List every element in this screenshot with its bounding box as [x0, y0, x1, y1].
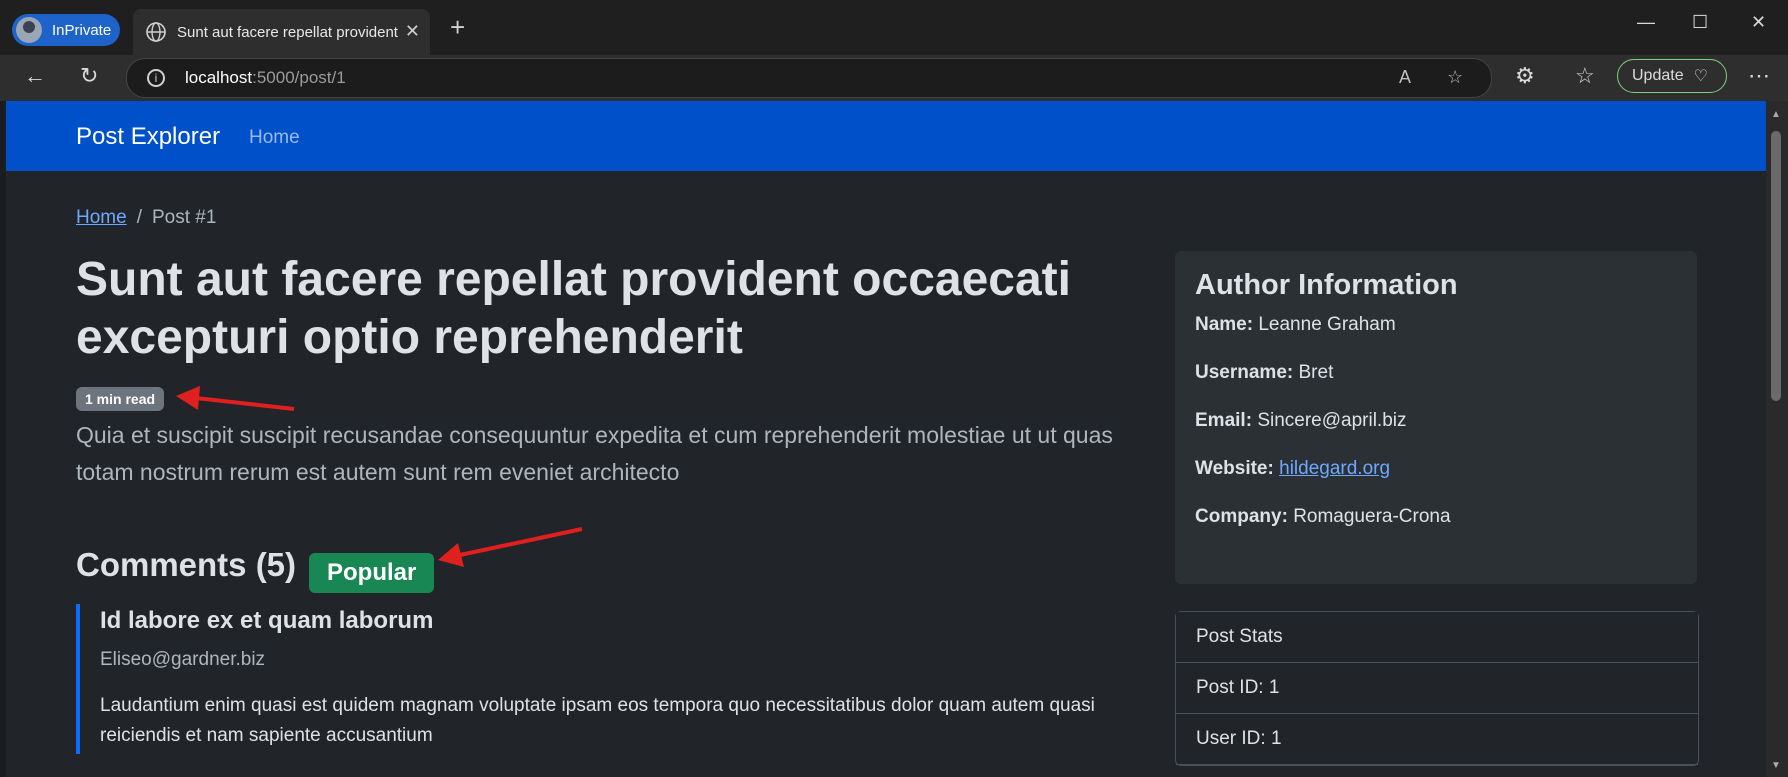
post-body: Quia et suscipit suscipit recusandae con…: [76, 422, 1113, 485]
favorite-star-icon[interactable]: ☆: [1447, 67, 1463, 88]
favorites-icon[interactable]: ☆: [1575, 63, 1595, 89]
minimize-icon[interactable]: —: [1637, 12, 1655, 33]
browser-tab[interactable]: Sunt aut facere repellat provident ✕: [133, 9, 430, 55]
author-info-card: Author Information Name: Leanne Graham U…: [1175, 251, 1697, 584]
refresh-icon[interactable]: ↻: [80, 63, 98, 89]
nav-link-home[interactable]: Home: [249, 127, 300, 149]
browser-toolbar: ← ↻ i localhost:5000/post/1 A ☆ ⚙ ☆ Upda…: [0, 55, 1788, 101]
site-navbar: Post Explorer Home: [6, 101, 1766, 171]
author-website-link[interactable]: hildegard.org: [1279, 458, 1390, 479]
inprivate-button[interactable]: InPrivate: [12, 14, 120, 46]
extensions-icon[interactable]: ⚙: [1515, 63, 1535, 89]
site-brand[interactable]: Post Explorer: [76, 123, 220, 151]
profile-avatar-icon: [16, 17, 42, 43]
page-scrollbar[interactable]: ▲ ▼: [1766, 101, 1788, 777]
post-id-item: Post ID: 1: [1176, 663, 1698, 714]
post-title: Sunt aut facere repellat provident occae…: [76, 253, 1071, 364]
comment-name: Id labore ex et quam laborum: [100, 607, 434, 634]
author-heading: Author Information: [1195, 269, 1458, 301]
window-close-icon[interactable]: ✕: [1751, 12, 1766, 33]
globe-icon: [146, 22, 166, 42]
back-icon[interactable]: ←: [24, 63, 46, 89]
author-website-row: Website: hildegard.org: [1195, 458, 1391, 479]
user-id-item: User ID: 1: [1176, 714, 1698, 765]
breadcrumb-current: Post #1: [151, 207, 217, 228]
comment-email: Eliseo@gardner.biz: [100, 649, 266, 670]
comment-body: Laudantium enim quasi est quidem magnam …: [100, 695, 1095, 746]
breadcrumb: Home / Post #1: [76, 207, 216, 229]
new-tab-icon[interactable]: +: [450, 12, 465, 43]
maximize-icon[interactable]: ☐: [1692, 12, 1708, 33]
tab-close-icon[interactable]: ✕: [405, 21, 420, 42]
post-stats-heading: Post Stats: [1176, 612, 1698, 663]
post-stats-list: Post Stats Post ID: 1 User ID: 1: [1175, 611, 1699, 766]
scroll-down-icon[interactable]: ▼: [1771, 760, 1781, 771]
author-username-row: Username: Bret: [1195, 362, 1334, 383]
heart-pulse-icon: ♡: [1693, 68, 1708, 85]
web-page: Post Explorer Home Home / Post #1 Sunt aut…: [6, 101, 1766, 777]
site-info-icon[interactable]: i: [147, 69, 165, 87]
breadcrumb-home-link[interactable]: Home: [76, 207, 127, 228]
read-time-badge: 1 min read: [76, 387, 165, 411]
update-button[interactable]: Update ♡: [1617, 59, 1727, 93]
author-name-row: Name: Leanne Graham: [1195, 314, 1396, 335]
more-menu-icon[interactable]: ⋯: [1748, 63, 1770, 89]
read-aloud-icon[interactable]: A: [1399, 67, 1411, 88]
address-url: localhost:5000/post/1: [185, 68, 346, 87]
address-bar[interactable]: i localhost:5000/post/1 A ☆: [126, 58, 1492, 98]
browser-tab-bar: InPrivate Sunt aut facere repellat provi…: [0, 0, 1788, 55]
scrollbar-thumb[interactable]: [1771, 131, 1781, 401]
inprivate-label: InPrivate: [52, 21, 112, 39]
breadcrumb-separator: /: [136, 207, 142, 228]
comment-item: Id labore ex et quam laborum Eliseo@gard…: [76, 604, 1156, 754]
tab-title: Sunt aut facere repellat provident: [177, 23, 398, 41]
author-email-row: Email: Sincere@april.biz: [1195, 410, 1407, 431]
author-company-row: Company: Romaguera-Crona: [1195, 506, 1451, 527]
popular-badge: Popular: [309, 553, 435, 593]
comments-heading: Comments (5): [76, 546, 297, 583]
scroll-up-icon[interactable]: ▲: [1771, 109, 1781, 120]
